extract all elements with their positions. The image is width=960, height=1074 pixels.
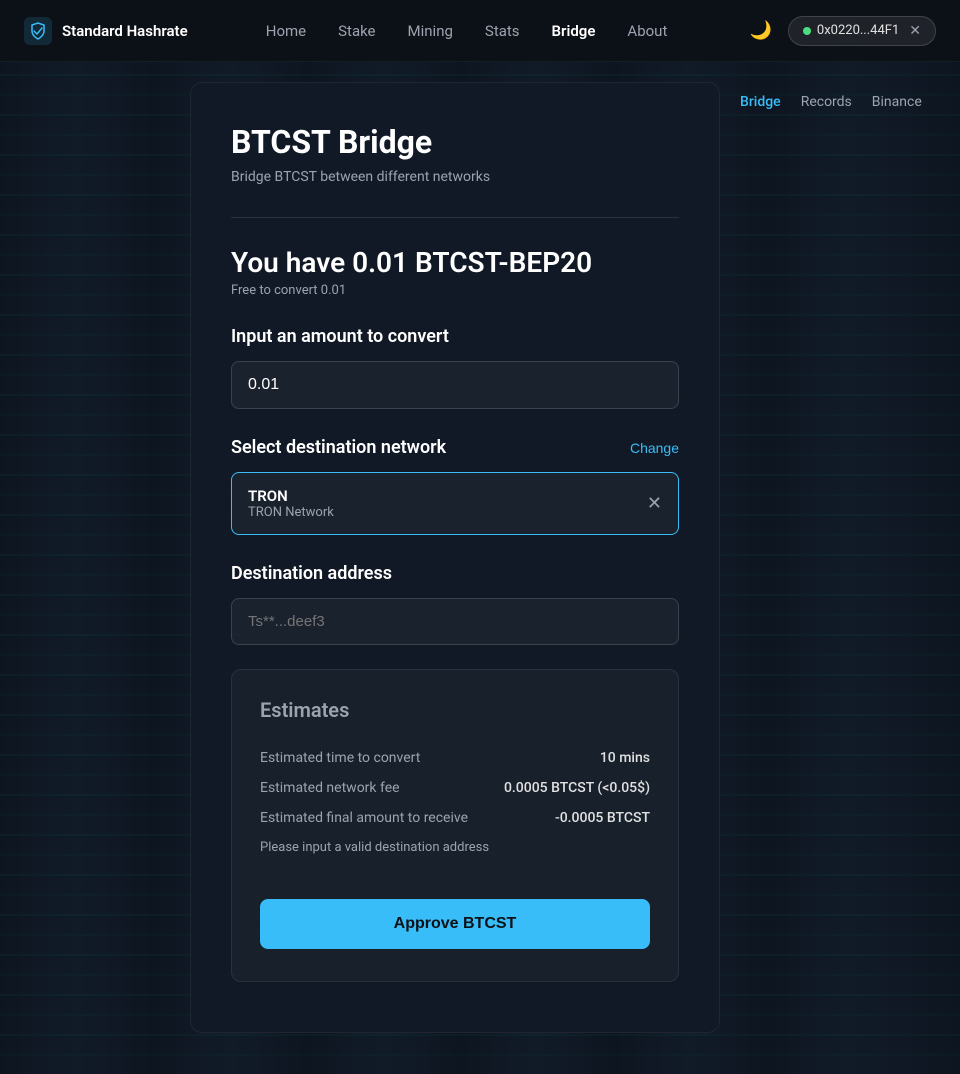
estimate-row-fee: Estimated network fee 0.0005 BTCST (<0.0… [260,780,650,796]
nav-mining[interactable]: Mining [408,22,453,40]
estimate-warning: Please input a valid destination address [260,840,650,855]
nav-home[interactable]: Home [266,22,306,40]
nav-stats[interactable]: Stats [485,22,520,40]
brand-icon [24,17,52,45]
wallet-badge[interactable]: 0x0220...44F1 ✕ [788,16,936,46]
wallet-address: 0x0220...44F1 [817,23,899,38]
balance-sub: Free to convert 0.01 [231,283,679,298]
right-sidebar: Bridge Records Binance [720,82,940,1033]
bridge-card: BTCST Bridge Bridge BTCST between differ… [190,82,720,1033]
network-description: TRON Network [248,505,334,520]
network-section-header: Select destination network Change [231,437,679,458]
estimate-value-fee: 0.0005 BTCST (<0.05$) [504,780,650,796]
brand: Standard Hashrate [24,17,188,45]
estimate-label-fee: Estimated network fee [260,780,400,796]
destination-address-input[interactable] [231,598,679,645]
estimates-box: Estimates Estimated time to convert 10 m… [231,669,679,982]
balance-main: You have 0.01 BTCST-BEP20 [231,246,679,279]
nav-links: Home Stake Mining Stats Bridge About [266,22,668,40]
network-name: TRON [248,487,334,505]
estimate-value-final: -0.0005 BTCST [555,810,650,826]
wallet-status-dot [803,27,811,35]
navbar-right: 🌙 0x0220...44F1 ✕ [745,16,936,46]
network-close-button[interactable]: ✕ [647,493,662,514]
estimate-value-time: 10 mins [600,750,650,766]
nav-stake[interactable]: Stake [338,22,375,40]
estimate-row-final: Estimated final amount to receive -0.000… [260,810,650,826]
divider-1 [231,217,679,218]
destination-section-label: Destination address [231,563,679,584]
left-spacer [0,82,190,1033]
network-selector[interactable]: TRON TRON Network ✕ [231,472,679,535]
estimate-row-time: Estimated time to convert 10 mins [260,750,650,766]
amount-input[interactable] [231,361,679,409]
content-area: BTCST Bridge Bridge BTCST between differ… [0,62,960,1053]
sidebar-nav: Bridge Records Binance [740,94,940,110]
main-panel: BTCST Bridge Bridge BTCST between differ… [190,82,720,1033]
card-subtitle: Bridge BTCST between different networks [231,169,679,185]
sidebar-nav-bridge[interactable]: Bridge [740,94,781,110]
approve-button[interactable]: Approve BTCST [260,899,650,949]
sidebar-nav-records[interactable]: Records [801,94,852,110]
sidebar-nav-binance[interactable]: Binance [872,94,922,110]
network-info: TRON TRON Network [248,487,334,520]
network-section-label: Select destination network [231,437,446,458]
brand-name: Standard Hashrate [62,22,188,40]
amount-section-label: Input an amount to convert [231,326,679,347]
estimate-label-time: Estimated time to convert [260,750,420,766]
balance-section: You have 0.01 BTCST-BEP20 Free to conver… [231,246,679,298]
wallet-close-button[interactable]: ✕ [909,23,921,39]
change-network-button[interactable]: Change [630,440,679,456]
theme-toggle-button[interactable]: 🌙 [745,16,775,45]
card-title: BTCST Bridge [231,123,679,161]
estimates-title: Estimates [260,698,650,722]
nav-bridge[interactable]: Bridge [552,22,596,40]
navbar: Standard Hashrate Home Stake Mining Stat… [0,0,960,62]
estimate-label-final: Estimated final amount to receive [260,810,468,826]
nav-about[interactable]: About [627,22,667,40]
